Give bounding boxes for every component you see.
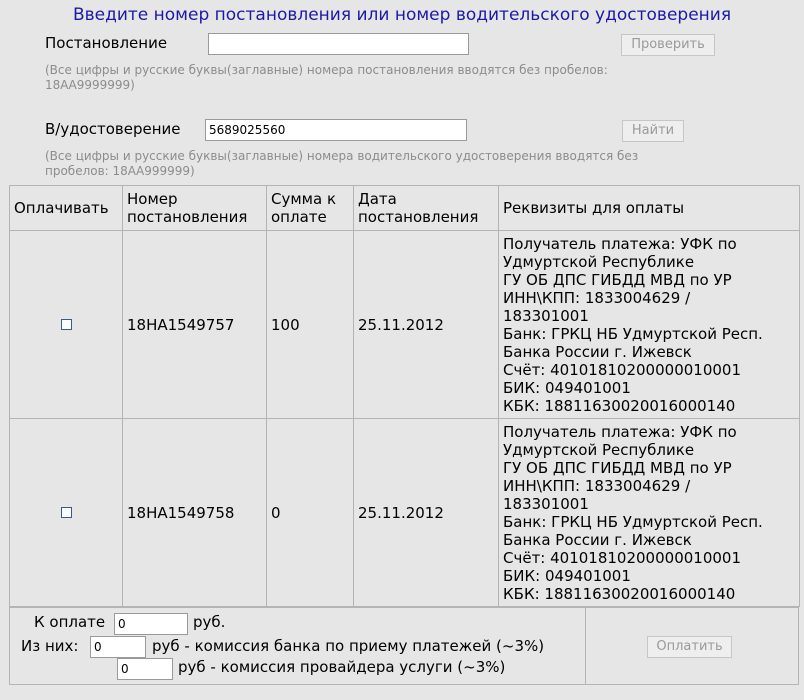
header-sum: Сумма к оплате [266,185,354,231]
rekv-line: Счёт: 40101810200000010001 [503,548,741,567]
udostoverenie-hint-line2: пробелов: 18АА999999) [45,164,195,178]
table-header-row: Оплачивать Номер постановления Сумма к о… [9,185,800,231]
k-oplate-label: К оплате [34,613,106,631]
sum-cell: 0 [266,418,354,607]
bank-commission-input[interactable] [90,636,146,658]
rekv-line: Банк: ГРКЦ НБ Удмуртской Респ. [503,324,763,343]
provider-commission-input[interactable] [117,658,173,680]
find-button[interactable]: Найти [622,120,684,142]
rekv-line: Удмуртской Республике [503,252,695,271]
k-oplate-input[interactable] [114,613,188,635]
date-cell: 25.11.2012 [353,230,499,419]
page-title: Введите номер постановления или номер во… [72,5,732,25]
rekv-line: ИНН\КПП: 1833004629 / [503,476,691,495]
rekv-cell: Получатель платежа: УФК по Удмуртской Ре… [498,418,800,607]
postanovlenie-hint-line2: 18АА9999999) [45,78,135,92]
header-number: Номер постановления [122,185,267,231]
postanovlenie-input[interactable] [208,33,469,55]
provider-commission-text: руб - комиссия провайдера услуги (~3%) [178,658,506,676]
rekv-line: КБК: 18811630020016000140 [503,584,736,603]
rub-label: руб. [193,613,226,631]
iz-nih-label: Из них: [21,637,79,655]
rekv-line: 183301001 [503,306,589,325]
udostoverenie-hint-line1: (Все цифры и русские буквы(заглавные) но… [45,149,639,163]
number-cell: 18НА1549758 [122,418,267,607]
sum-cell: 100 [266,230,354,419]
pay-checkbox[interactable] [60,506,72,518]
postanovlenie-hint-line1: (Все цифры и русские буквы(заглавные) но… [45,63,608,77]
rekv-line: ГУ ОБ ДПС ГИБДД МВД по УР [503,458,732,477]
pay-checkbox[interactable] [60,318,72,330]
postanovlenie-label: Постановление [45,34,168,52]
check-button[interactable]: Проверить [621,34,715,56]
summary-divider [585,608,586,684]
header-pay: Оплачивать [9,185,123,231]
udostoverenie-label: В/удостоверение [45,120,181,138]
pay-cell [9,418,123,607]
rekv-line: ИНН\КПП: 1833004629 / [503,288,691,307]
table-row: 18НА1549758 0 25.11.2012 Получатель плат… [9,418,800,607]
rekv-line: Получатель платежа: УФК по [503,422,737,441]
rekv-line: ГУ ОБ ДПС ГИБДД МВД по УР [503,270,732,289]
pay-cell [9,230,123,419]
rekv-line: Счёт: 40101810200000010001 [503,360,741,379]
header-rekv: Реквизиты для оплаты [498,185,800,231]
date-cell: 25.11.2012 [353,418,499,607]
rekv-line: БИК: 049401001 [503,566,631,585]
rekv-line: БИК: 049401001 [503,378,631,397]
postanovlenie-hint: (Все цифры и русские буквы(заглавные) но… [45,63,608,93]
bank-commission-text: руб - комиссия банка по приему платежей … [152,637,545,655]
payment-summary: К оплате руб. Из них: руб - комиссия бан… [9,607,799,685]
header-date: Дата постановления [353,185,499,231]
rekv-line: Банк: ГРКЦ НБ Удмуртской Респ. [503,512,763,531]
number-cell: 18НА1549757 [122,230,267,419]
fines-table: Оплачивать Номер постановления Сумма к о… [9,185,800,607]
rekv-line: Банка России г. Ижевск [503,342,692,361]
table-row: 18НА1549757 100 25.11.2012 Получатель пл… [9,230,800,419]
rekv-line: КБК: 18811630020016000140 [503,396,736,415]
rekv-line: Банка России г. Ижевск [503,530,692,549]
rekv-cell: Получатель платежа: УФК по Удмуртской Ре… [498,230,800,419]
rekv-line: Удмуртской Республике [503,440,695,459]
pay-button[interactable]: Оплатить [647,636,732,658]
udostoverenie-hint: (Все цифры и русские буквы(заглавные) но… [45,149,638,179]
udostoverenie-input[interactable] [205,119,467,141]
rekv-line: Получатель платежа: УФК по [503,234,737,253]
rekv-line: 183301001 [503,494,589,513]
